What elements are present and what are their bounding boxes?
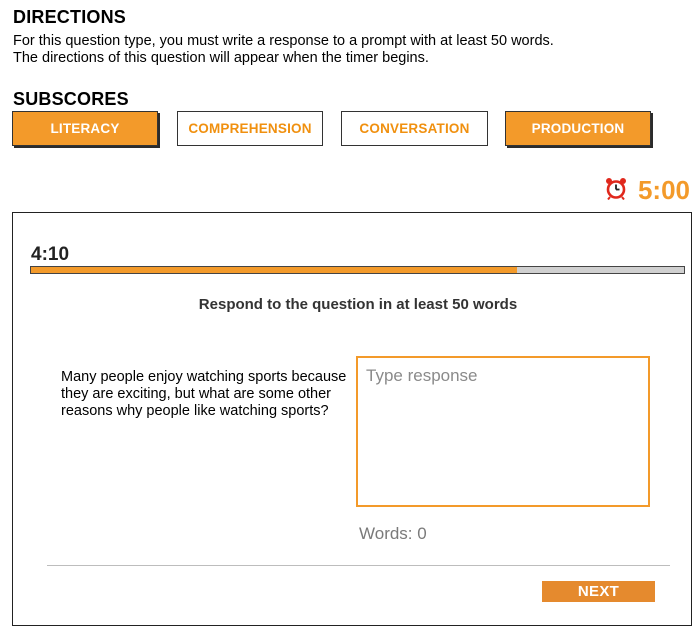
directions-line-1: For this question type, you must write a…: [13, 33, 554, 49]
subscores-heading: SUBSCORES: [13, 89, 129, 109]
timer: 5:00: [604, 175, 690, 206]
divider: [47, 565, 670, 566]
directions-line-2: The directions of this question will app…: [13, 50, 429, 66]
word-counter: Words: 0: [359, 524, 427, 544]
subscore-comprehension-button[interactable]: COMPREHENSION: [177, 111, 323, 146]
next-button[interactable]: NEXT: [542, 581, 655, 602]
progress-bar-fill: [31, 267, 518, 273]
subscore-literacy-button[interactable]: LITERACY: [12, 111, 158, 146]
question-panel: 4:10 Respond to the question in at least…: [12, 212, 692, 626]
subscore-conversation-button[interactable]: CONVERSATION: [341, 111, 488, 146]
timer-value: 5:00: [637, 175, 690, 205]
question-instruction: Respond to the question in at least 50 w…: [198, 296, 518, 313]
directions-heading: DIRECTIONS: [13, 7, 127, 27]
elapsed-time: 4:10: [31, 244, 70, 265]
question-prompt: Many people enjoy watching sports becaus…: [61, 369, 347, 419]
response-input[interactable]: [356, 356, 650, 507]
word-counter-value: 0: [417, 524, 427, 543]
progress-bar: [30, 266, 685, 274]
subscore-production-button[interactable]: PRODUCTION: [505, 111, 651, 146]
directions-text: For this question type, you must write a…: [13, 33, 554, 67]
word-counter-label: Words:: [359, 524, 413, 543]
alarm-clock-icon: [604, 176, 628, 205]
subscores-bar: LITERACY COMPREHENSION CONVERSATION PROD…: [12, 111, 662, 147]
